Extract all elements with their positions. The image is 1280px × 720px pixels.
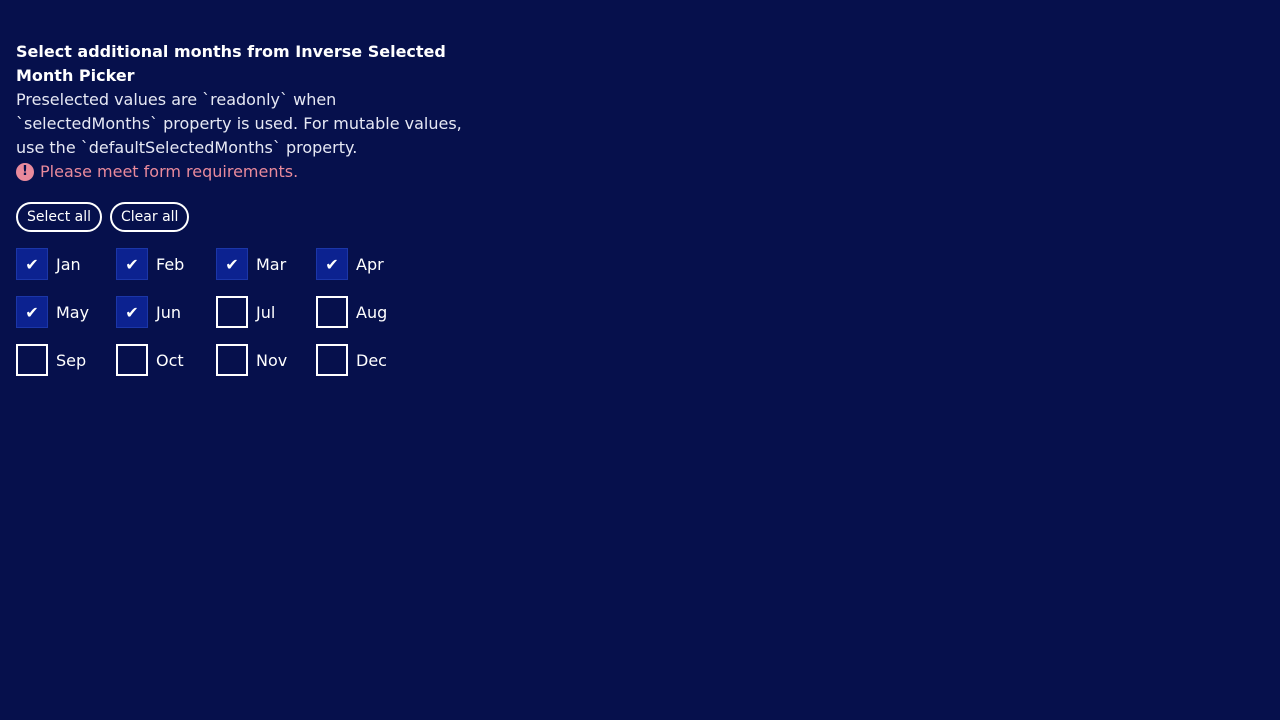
month-checkbox-apr[interactable]: ✔ Apr xyxy=(316,248,416,280)
checkmark-icon[interactable]: ✔ xyxy=(16,296,48,328)
month-checkbox-jun[interactable]: ✔ Jun xyxy=(116,296,216,328)
checkbox-empty[interactable] xyxy=(16,344,48,376)
month-label: May xyxy=(56,302,90,322)
month-checkbox-jul[interactable]: Jul xyxy=(216,296,316,328)
month-checkbox-feb[interactable]: ✔ Feb xyxy=(116,248,216,280)
checkmark-icon[interactable]: ✔ xyxy=(116,296,148,328)
month-label: Aug xyxy=(356,302,388,322)
checkbox-empty[interactable] xyxy=(116,344,148,376)
month-checkbox-jan[interactable]: ✔ Jan xyxy=(16,248,116,280)
checkmark-icon[interactable]: ✔ xyxy=(116,248,148,280)
month-label: Sep xyxy=(56,350,87,370)
month-label: Mar xyxy=(256,254,287,274)
checkmark-icon[interactable]: ✔ xyxy=(316,248,348,280)
checkbox-empty[interactable] xyxy=(216,344,248,376)
checkbox-empty[interactable] xyxy=(216,296,248,328)
month-label: Jul xyxy=(256,302,276,322)
month-label: Apr xyxy=(356,254,384,274)
month-label: Oct xyxy=(156,350,184,370)
month-checkbox-mar[interactable]: ✔ Mar xyxy=(216,248,316,280)
checkmark-icon[interactable]: ✔ xyxy=(216,248,248,280)
checkbox-empty[interactable] xyxy=(316,296,348,328)
month-checkbox-may[interactable]: ✔ May xyxy=(16,296,116,328)
month-checkbox-oct[interactable]: Oct xyxy=(116,344,216,376)
month-label: Nov xyxy=(256,350,288,370)
picker-description: Preselected values are `readonly` when `… xyxy=(16,90,462,157)
month-checkbox-nov[interactable]: Nov xyxy=(216,344,316,376)
month-label: Jun xyxy=(156,302,181,322)
month-label: Jan xyxy=(56,254,81,274)
month-checkbox-dec[interactable]: Dec xyxy=(316,344,416,376)
error-icon: ! xyxy=(16,163,34,181)
select-all-button[interactable]: Select all xyxy=(16,202,102,232)
error-message: ! Please meet form requirements. xyxy=(16,160,476,184)
month-label: Feb xyxy=(156,254,185,274)
month-label: Dec xyxy=(356,350,387,370)
month-grid: ✔ Jan ✔ Feb ✔ Mar ✔ Apr ✔ May ✔ Jun Jul Aug Sep Oct Nov D… xyxy=(16,248,476,376)
error-text: Please meet form requirements. xyxy=(40,162,299,181)
picker-title: Select additional months from Inverse Se… xyxy=(16,42,446,85)
month-checkbox-aug[interactable]: Aug xyxy=(316,296,416,328)
month-picker: Select additional months from Inverse Se… xyxy=(16,40,476,376)
month-checkbox-sep[interactable]: Sep xyxy=(16,344,116,376)
checkmark-icon[interactable]: ✔ xyxy=(16,248,48,280)
checkbox-empty[interactable] xyxy=(316,344,348,376)
clear-all-button[interactable]: Clear all xyxy=(110,202,190,232)
